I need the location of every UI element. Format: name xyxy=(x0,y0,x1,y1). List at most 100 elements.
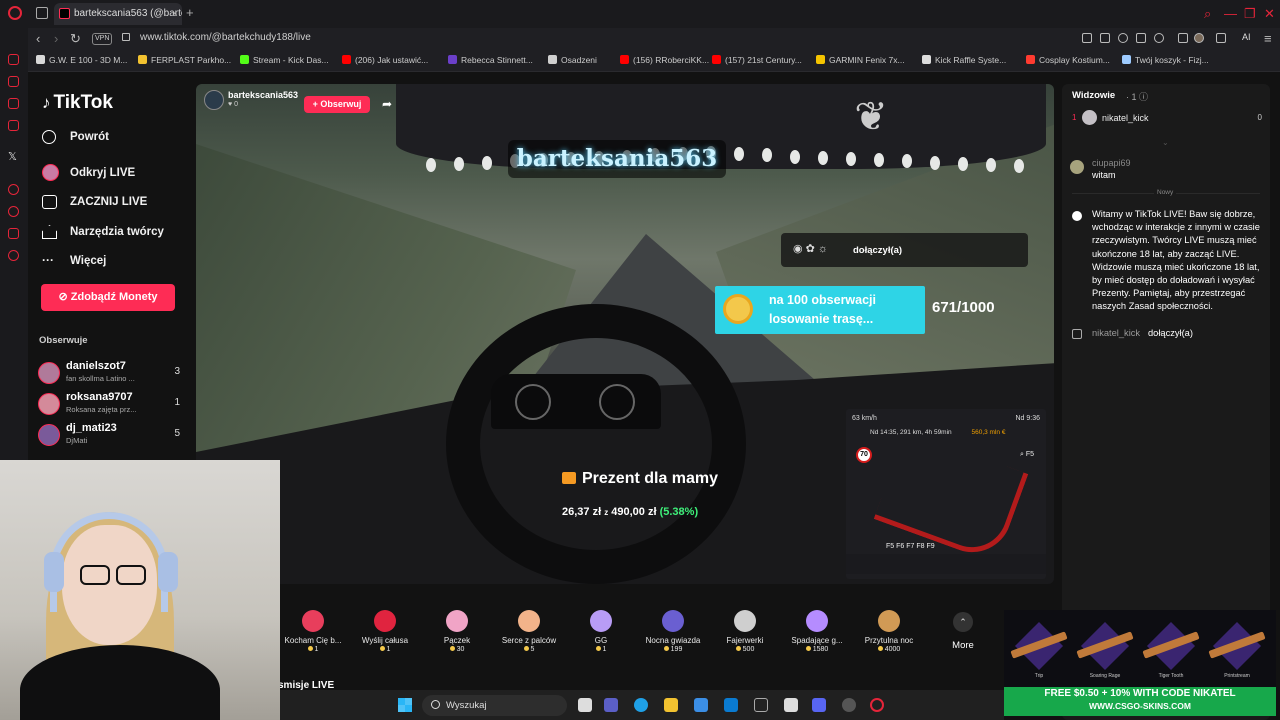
sidebar-item-more[interactable]: ··· Więcej xyxy=(42,252,106,270)
gift-item[interactable]: Pączek 30 xyxy=(422,610,492,670)
gift-item[interactable]: Wyślij całusa 1 xyxy=(350,610,420,670)
back-icon[interactable]: ‹ xyxy=(36,31,40,46)
maximize-icon[interactable]: ❐ xyxy=(1244,6,1256,22)
sidebar-item-discover-live[interactable]: Odkryj LIVE xyxy=(42,164,135,182)
bookmark-item[interactable]: (157) 21st Century... xyxy=(712,55,802,65)
bookmark-item[interactable]: GARMIN Fenix 7x... xyxy=(816,55,905,65)
sidebar-item-creator-tools[interactable]: Narzędzia twórcy xyxy=(42,223,164,241)
close-window-icon[interactable]: ✕ xyxy=(1264,6,1275,22)
tiktok-favicon-icon xyxy=(59,8,70,19)
aria-icon[interactable] xyxy=(8,54,19,65)
share-icon[interactable]: ➦ xyxy=(382,97,392,111)
workspace-icon[interactable] xyxy=(8,76,19,87)
forward-icon[interactable]: › xyxy=(54,31,58,46)
windows-taskbar: Wyszukaj xyxy=(280,690,1004,720)
gift-bar: ⌃ More Kocham Cię b... 1 Wyślij całusa 1 Pąc… xyxy=(278,602,990,680)
tiktok-logo[interactable]: ♪ TikTok xyxy=(42,92,113,114)
info-icon[interactable]: ⓘ xyxy=(1139,92,1148,102)
bookmark-item[interactable]: Kick Raffle Syste... xyxy=(922,55,1006,65)
adblock-icon[interactable] xyxy=(1118,33,1128,43)
bookmark-item[interactable]: Cosplay Kostium... xyxy=(1026,55,1110,65)
lock-icon[interactable] xyxy=(122,33,130,41)
heart-icon[interactable] xyxy=(1154,33,1164,43)
taskbar-search[interactable]: Wyszukaj xyxy=(422,695,567,716)
x-twitter-icon[interactable]: 𝕏 xyxy=(8,150,17,163)
play-icon[interactable] xyxy=(1136,33,1146,43)
snapshot-icon[interactable] xyxy=(1100,33,1110,43)
gift-item[interactable]: Kocham Cię b... 1 xyxy=(278,610,348,670)
app-icon[interactable] xyxy=(784,698,798,712)
history-icon[interactable] xyxy=(8,206,19,217)
menu-icon[interactable]: ≡ xyxy=(1264,31,1272,46)
tab-menu-icon[interactable] xyxy=(36,7,48,19)
task-view-icon[interactable] xyxy=(578,698,592,712)
gift-item[interactable]: Serce z palców 5 xyxy=(494,610,564,670)
bookmark-item[interactable]: Twój koszyk - Fizj... xyxy=(1122,55,1209,65)
teams-icon[interactable] xyxy=(604,698,618,712)
vpn-badge[interactable]: VPN xyxy=(92,33,113,45)
get-coins-button[interactable]: ⊘ Zdobądź Monety xyxy=(41,284,175,311)
file-explorer-icon[interactable] xyxy=(664,698,678,712)
address-bar[interactable]: www.tiktok.com/@bartekchudy188/live xyxy=(140,32,311,43)
tiktok-app-icon[interactable] xyxy=(754,698,768,712)
obs-icon[interactable] xyxy=(842,698,856,712)
csgo-skins-ad[interactable]: Trip Soaring Rage Tiger Tooth Printstream F… xyxy=(1004,610,1276,716)
chat-username[interactable]: ciupapi69 xyxy=(1092,158,1131,168)
following-item[interactable]: roksana9707 Roksana zajęta prz... 1 xyxy=(38,391,188,419)
sidebar-item-start-live[interactable]: ZACZNIJ LIVE xyxy=(42,193,147,211)
profile-avatar[interactable] xyxy=(1194,33,1204,43)
tab-close-icon[interactable]: × xyxy=(172,3,178,25)
following-item[interactable]: dj_mati23 DjMati 5 xyxy=(38,422,188,450)
chat-username[interactable]: nikatel_kick xyxy=(1092,328,1140,338)
reload-icon[interactable]: ↻ xyxy=(70,31,81,47)
discord-icon[interactable] xyxy=(812,698,826,712)
gift-item[interactable]: Fajerwerki 500 xyxy=(710,610,780,670)
browser-tab[interactable]: bartekscania563 (@bartek × xyxy=(54,3,182,25)
pinboard-icon[interactable] xyxy=(8,228,19,239)
gift-item[interactable]: Przytulna noc 4000 xyxy=(854,610,924,670)
windows-start-icon[interactable] xyxy=(398,698,412,712)
avatar xyxy=(38,393,60,415)
sidebar-item-back[interactable]: Powrót xyxy=(42,128,109,146)
messenger-icon[interactable] xyxy=(8,98,19,109)
pin-icon[interactable] xyxy=(1082,33,1092,43)
bookmark-item[interactable]: (206) Jak ustawić... xyxy=(342,55,428,65)
top-viewer-row[interactable]: 1 nikatel_kick 0 xyxy=(1072,110,1262,128)
gift-icon xyxy=(878,610,900,632)
search-icon: ⌕ xyxy=(1019,451,1024,458)
mail-icon[interactable] xyxy=(8,120,19,131)
avatar xyxy=(1070,160,1084,174)
gift-item[interactable]: Nocna gwiazda 199 xyxy=(638,610,708,670)
expand-chevron-icon[interactable]: ⌄ xyxy=(1162,138,1169,147)
new-tab-icon[interactable]: + xyxy=(186,5,194,20)
settings-gear-icon[interactable] xyxy=(8,250,19,261)
player-icon[interactable] xyxy=(8,184,19,195)
bookmark-item[interactable]: G.W. E 100 - 3D M... xyxy=(36,55,127,65)
gift-item[interactable]: Spadające g... 1580 xyxy=(782,610,852,670)
minimap-key-icons xyxy=(846,554,1046,574)
search-tabs-icon[interactable]: ⌕ xyxy=(1204,6,1211,22)
host-avatar[interactable] xyxy=(204,90,224,110)
bookmark-item[interactable]: Stream - Kick Das... xyxy=(240,55,329,65)
edge-icon[interactable] xyxy=(634,698,648,712)
speedometer-gauge xyxy=(515,384,551,420)
follow-button[interactable]: + Obserwuj xyxy=(304,96,370,113)
mail-icon[interactable] xyxy=(724,698,738,712)
ai-button[interactable]: AI xyxy=(1242,32,1251,42)
host-name[interactable]: bartekscania563 xyxy=(228,90,298,100)
bookmark-item[interactable]: Osadzeni xyxy=(548,55,597,65)
following-item[interactable]: danielszot7 fan skollma Latino ... 3 xyxy=(38,360,188,388)
opera-logo-icon[interactable] xyxy=(8,6,22,20)
gift-item[interactable]: GG 1 xyxy=(566,610,636,670)
store-icon[interactable] xyxy=(694,698,708,712)
steering-wheel xyxy=(446,304,746,584)
more-gifts-button[interactable]: ⌃ More xyxy=(940,612,986,651)
bookmark-item[interactable]: (156) RRoberciKK... xyxy=(620,55,709,65)
live-video-player[interactable]: ❦ barteksania563 bartekscania563 ♥ 0 + O… xyxy=(196,84,1054,584)
minimize-icon[interactable]: — xyxy=(1224,6,1237,21)
extensions-icon[interactable] xyxy=(1178,33,1188,43)
bookmark-item[interactable]: FERPLAST Parkho... xyxy=(138,55,231,65)
bookmark-item[interactable]: Rebecca Stinnett... xyxy=(448,55,533,65)
opera-icon[interactable] xyxy=(870,698,884,712)
download-icon[interactable] xyxy=(1216,33,1226,43)
